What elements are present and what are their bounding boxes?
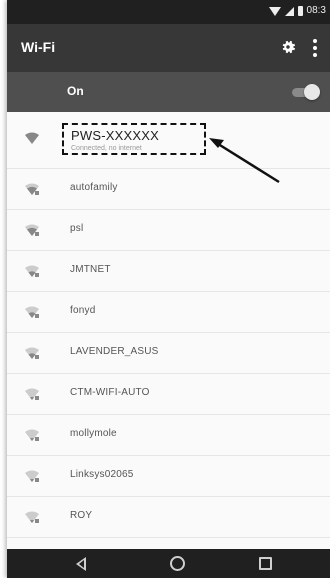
network-name: LAVENDER_ASUS xyxy=(70,346,159,357)
back-icon[interactable] xyxy=(76,557,86,571)
wifi-locked-icon xyxy=(25,183,39,195)
annotation-arrow-icon xyxy=(209,138,280,184)
network-name: Linksys02065 xyxy=(70,469,134,480)
network-name: psl xyxy=(70,223,84,234)
network-item[interactable]: JMTNET xyxy=(7,251,330,292)
network-item[interactable]: fonyd xyxy=(7,292,330,333)
network-name: mollymole xyxy=(70,428,117,439)
status-bar: 08:3 xyxy=(7,0,330,24)
wifi-locked-icon xyxy=(25,429,39,441)
wifi-locked-icon xyxy=(25,306,39,318)
wifi-switch-bar[interactable]: On xyxy=(7,72,330,112)
wifi-icon xyxy=(268,6,281,16)
recents-icon[interactable] xyxy=(259,557,272,570)
network-name: autofamily xyxy=(70,182,118,193)
network-item[interactable]: LAVENDER_ASUS xyxy=(7,333,330,374)
network-item[interactable]: ROY xyxy=(7,497,330,538)
network-name: fonyd xyxy=(70,305,96,316)
wifi-locked-icon xyxy=(25,511,39,523)
status-time: 08:3 xyxy=(306,5,326,16)
wifi-signal-full-icon xyxy=(25,132,39,144)
wifi-toggle[interactable] xyxy=(292,82,320,102)
wifi-locked-icon xyxy=(25,347,39,359)
wifi-switch-label: On xyxy=(67,84,84,98)
wifi-locked-icon xyxy=(25,388,39,400)
wifi-locked-icon xyxy=(25,265,39,277)
wifi-locked-icon xyxy=(25,470,39,482)
network-name: JMTNET xyxy=(70,264,111,275)
app-toolbar: Wi-Fi xyxy=(7,24,330,72)
home-icon[interactable] xyxy=(170,556,185,571)
network-item[interactable]: mollymole xyxy=(7,415,330,456)
network-item[interactable]: psl xyxy=(7,210,330,251)
network-name: CTM-WIFI-AUTO xyxy=(70,387,150,398)
overflow-menu-icon[interactable] xyxy=(309,38,321,58)
phone-screen: 08:3 Wi-Fi On PWS-XXXXXX Connected, no i… xyxy=(7,0,330,578)
page-title: Wi-Fi xyxy=(21,39,56,55)
battery-icon xyxy=(297,6,303,16)
wifi-locked-icon xyxy=(25,224,39,236)
signal-icon xyxy=(284,6,294,16)
network-name: ROY xyxy=(70,510,93,521)
annotation-highlight-box xyxy=(62,123,206,155)
navigation-bar xyxy=(7,549,330,578)
network-item[interactable]: Linksys02065 xyxy=(7,456,330,497)
network-item[interactable]: CTM-WIFI-AUTO xyxy=(7,374,330,415)
gear-icon[interactable] xyxy=(279,38,297,56)
